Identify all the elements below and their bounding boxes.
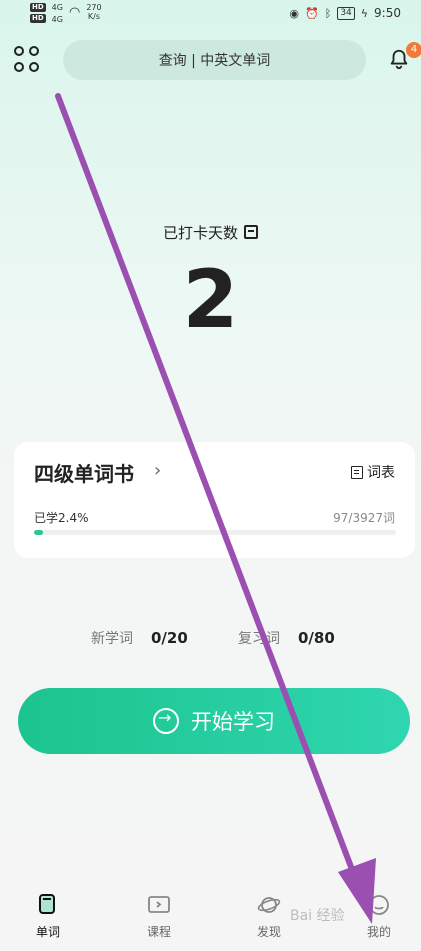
tab-label: 单词 bbox=[35, 925, 60, 939]
progress-fill bbox=[34, 530, 43, 535]
charging-icon: ϟ bbox=[360, 6, 369, 20]
tab-label: 我的 bbox=[366, 925, 391, 939]
checkin-label-row: 已打卡天数 bbox=[0, 222, 421, 243]
hd-badge: HD bbox=[30, 3, 46, 12]
word-book-card[interactable]: 四级单词书 › 词表 已学2.4% 97/3927词 bbox=[14, 442, 415, 558]
checkin-days-count: 2 bbox=[182, 253, 239, 346]
new-words-stat: 新学词 0/20 bbox=[91, 628, 188, 648]
play-box-icon bbox=[148, 896, 170, 913]
wordlist-button[interactable]: 词表 bbox=[351, 462, 395, 482]
eye-icon: ◉ bbox=[289, 6, 300, 20]
wordlist-label: 词表 bbox=[367, 465, 395, 481]
status-right: ◉ ⏰ ᛒ 34 ϟ 9:50 bbox=[289, 6, 401, 20]
tab-me[interactable]: 我的 bbox=[349, 893, 409, 940]
menu-grid-icon bbox=[29, 46, 39, 56]
tab-label: 发现 bbox=[256, 925, 281, 939]
notification-badge: 4 bbox=[406, 42, 421, 58]
list-icon bbox=[351, 465, 363, 479]
battery-icon: 34 bbox=[337, 6, 355, 20]
search-input[interactable]: 查询 | 中英文单词 bbox=[63, 40, 366, 80]
start-learning-button[interactable]: 开始学习 bbox=[18, 688, 410, 754]
menu-grid-button[interactable] bbox=[14, 46, 42, 74]
new-words-label: 新学词 bbox=[91, 631, 133, 647]
signal-icon: 4G bbox=[51, 15, 63, 24]
alarm-icon: ⏰ bbox=[305, 6, 319, 20]
learned-percent: 已学2.4% bbox=[34, 511, 89, 525]
start-learning-label: 开始学习 bbox=[191, 710, 275, 734]
signal-icon: 4G bbox=[51, 3, 63, 12]
tab-label: 课程 bbox=[146, 925, 171, 939]
tab-words[interactable]: 单词 bbox=[18, 893, 78, 940]
new-words-value: 0/20 bbox=[151, 629, 188, 647]
planet-icon bbox=[257, 897, 281, 913]
word-card-icon bbox=[39, 894, 55, 914]
hd-badge: HD bbox=[30, 14, 46, 23]
menu-grid-icon bbox=[29, 61, 39, 72]
learned-count: 97/3927词 bbox=[333, 511, 395, 525]
book-title[interactable]: 四级单词书 bbox=[34, 458, 134, 487]
review-words-label: 复习词 bbox=[238, 631, 280, 647]
smiley-icon bbox=[369, 895, 389, 915]
wifi-icon: ◠ bbox=[68, 5, 81, 20]
bottom-tab-bar: 单词 课程 发现 我的 bbox=[0, 885, 421, 951]
clock: 9:50 bbox=[374, 6, 401, 20]
arrow-right-circle-icon bbox=[153, 708, 179, 734]
network-speed: 270 K/s bbox=[86, 3, 102, 21]
bluetooth-icon: ᛒ bbox=[324, 6, 332, 20]
status-left: HD HD 4G 4G ◠ 270 K/s bbox=[30, 3, 102, 25]
review-words-value: 0/80 bbox=[298, 629, 335, 647]
checkin-label: 已打卡天数 bbox=[162, 224, 238, 242]
status-bar: HD HD 4G 4G ◠ 270 K/s ◉ ⏰ ᛒ 34 ϟ 9:50 bbox=[0, 0, 421, 28]
menu-grid-icon bbox=[14, 46, 24, 56]
chevron-right-icon[interactable]: › bbox=[154, 460, 161, 481]
tab-courses[interactable]: 课程 bbox=[129, 893, 189, 940]
watermark: Bai 经验 bbox=[290, 908, 345, 924]
review-words-stat: 复习词 0/80 bbox=[238, 628, 335, 648]
calendar-icon[interactable] bbox=[244, 225, 258, 239]
search-placeholder: 查询 | 中英文单词 bbox=[158, 53, 271, 69]
menu-grid-icon bbox=[14, 61, 24, 72]
progress-bar bbox=[34, 530, 396, 535]
